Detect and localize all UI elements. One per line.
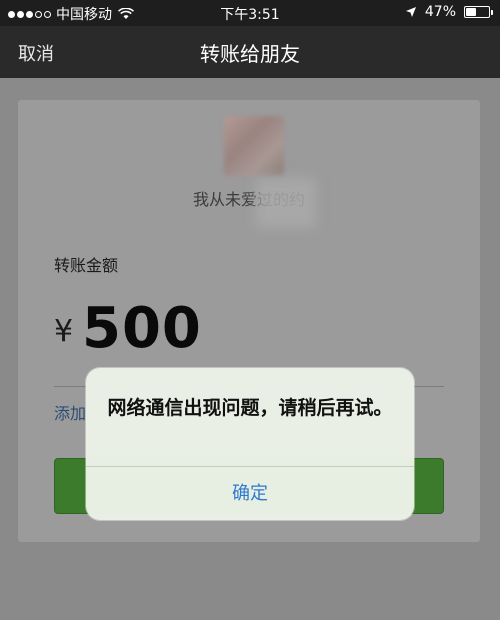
status-right: 47% <box>405 4 493 20</box>
navigation-bar: 取消 转账给朋友 <box>0 26 500 78</box>
transfer-content: 我从未爱过的约 转账金额 ¥ 500 添加 <box>0 78 500 620</box>
confirm-button[interactable]: 确定 <box>86 467 414 520</box>
currency-symbol: ¥ <box>54 314 74 349</box>
alert-message: 网络通信出现问题，请稍后再试。 <box>107 397 393 419</box>
recipient-name-blur <box>256 178 316 228</box>
amount-label: 转账金额 <box>54 256 119 275</box>
battery-fill <box>466 8 477 16</box>
battery-percent: 47% <box>424 4 456 20</box>
recipient-avatar <box>224 116 284 176</box>
add-note-link[interactable]: 添加 <box>54 400 86 424</box>
recipient-name: 我从未爱过的约 <box>192 190 305 209</box>
battery-icon <box>464 6 493 18</box>
status-bar: 中国移动 下午3:51 47% <box>0 0 500 26</box>
location-arrow-icon <box>405 6 417 18</box>
error-alert-dialog: 网络通信出现问题，请稍后再试。 确定 <box>86 368 414 520</box>
amount-field[interactable]: 500 <box>82 296 202 361</box>
page-title: 转账给朋友 <box>200 42 300 66</box>
